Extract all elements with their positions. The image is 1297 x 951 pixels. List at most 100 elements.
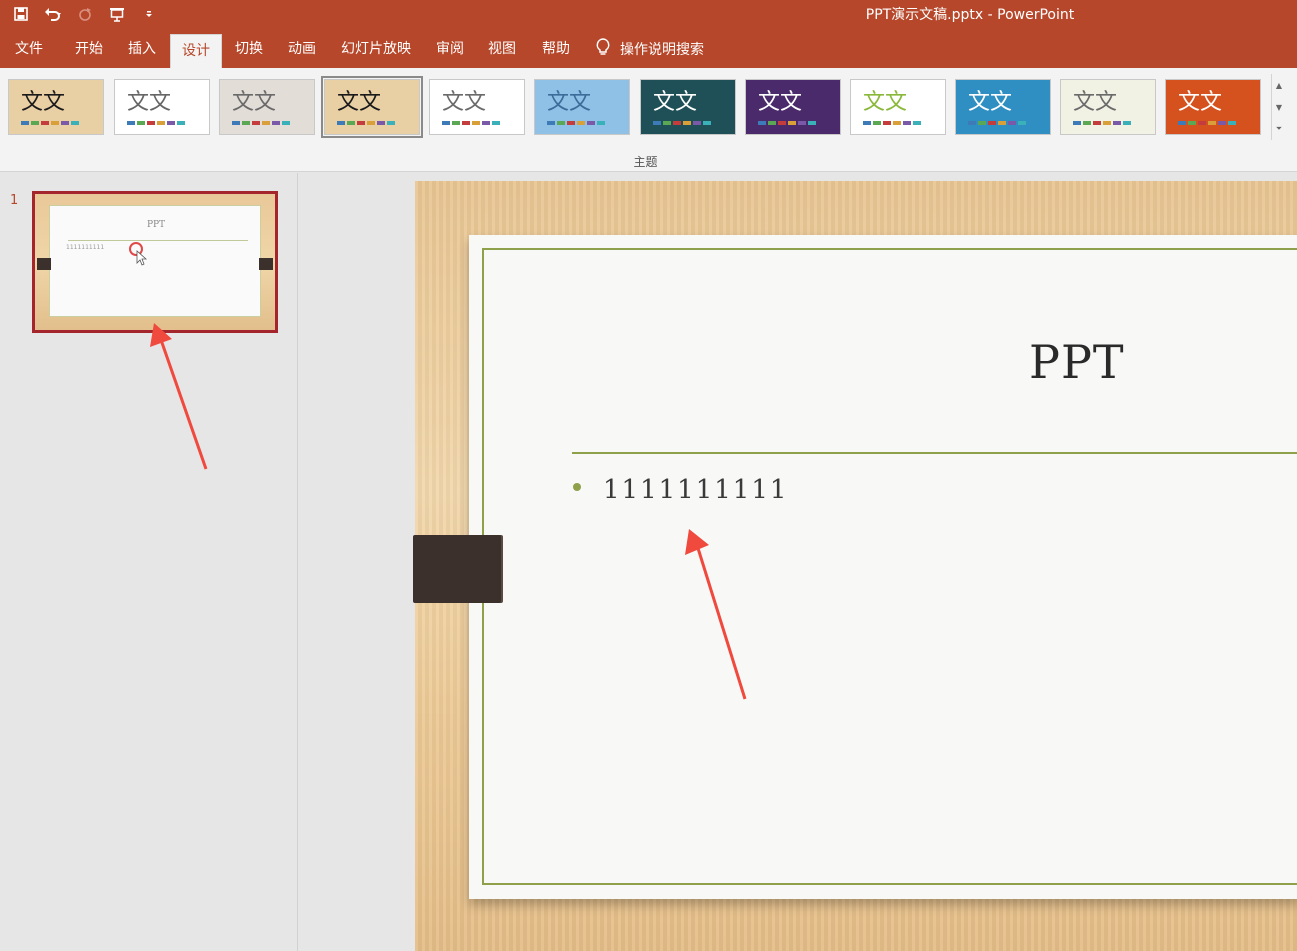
color-swatch (1228, 121, 1236, 125)
annotation-arrow-icon (685, 529, 747, 700)
tab-review[interactable]: 审阅 (424, 30, 476, 68)
themes-gallery: 文文 文文 文文 文文 文文 文文 文文 文文 文文 文文 文文 文文 (4, 74, 1269, 140)
quick-access-toolbar (10, 3, 160, 25)
color-swatch (262, 121, 270, 125)
color-swatch (873, 121, 881, 125)
color-swatch (587, 121, 595, 125)
color-swatch (597, 121, 605, 125)
tab-slideshow[interactable]: 幻灯片放映 (334, 30, 418, 68)
color-swatch (1188, 121, 1196, 125)
tab-file[interactable]: 文件 (0, 30, 58, 68)
theme-thumbnail[interactable]: 文文 (850, 79, 946, 135)
slide-bullet-text[interactable]: 1111111111 (603, 475, 788, 505)
theme-thumbnail[interactable]: 文文 (534, 79, 630, 135)
color-swatch (21, 121, 29, 125)
color-swatch (883, 121, 891, 125)
color-swatch (1093, 121, 1101, 125)
color-swatch (357, 121, 365, 125)
presentation-icon[interactable] (106, 3, 128, 25)
color-swatch (567, 121, 575, 125)
color-swatch (127, 121, 135, 125)
color-swatch (147, 121, 155, 125)
color-swatch (377, 121, 385, 125)
color-swatch (1018, 121, 1026, 125)
title-bar: PPT演示文稿.pptx - PowerPoint (0, 0, 1297, 30)
tab-transitions[interactable]: 切换 (222, 30, 276, 68)
theme-thumbnail[interactable]: 文文 (745, 79, 841, 135)
tab-view[interactable]: 视图 (476, 30, 528, 68)
group-label-themes: 主题 (633, 155, 658, 169)
theme-thumbnail[interactable]: 文文 (114, 79, 210, 135)
gallery-more-icon[interactable]: ⏷ (1272, 118, 1286, 140)
tell-me-search[interactable]: 操作说明搜索 (596, 30, 704, 68)
theme-thumbnail[interactable]: 文文 (640, 79, 736, 135)
color-swatch (788, 121, 796, 125)
tab-design[interactable]: 设计 (170, 34, 222, 68)
color-swatch (663, 121, 671, 125)
color-swatch (673, 121, 681, 125)
color-swatch (41, 121, 49, 125)
color-swatch (653, 121, 661, 125)
color-swatch (758, 121, 766, 125)
slide-canvas: PPT 1111111111 (299, 173, 1297, 951)
save-icon[interactable] (10, 3, 32, 25)
bullet-icon (573, 483, 581, 491)
theme-thumbnail[interactable]: 文文 (1165, 79, 1261, 135)
title-rule (572, 452, 1297, 454)
tell-me-label: 操作说明搜索 (620, 42, 704, 58)
theme-thumbnail[interactable]: 文文 (8, 79, 104, 135)
color-swatch (462, 121, 470, 125)
color-swatch (137, 121, 145, 125)
slide-clip-decoration (413, 535, 501, 603)
color-swatch (703, 121, 711, 125)
color-swatch (798, 121, 806, 125)
undo-icon[interactable] (42, 3, 64, 25)
color-swatch (683, 121, 691, 125)
color-swatch (442, 121, 450, 125)
theme-thumbnail[interactable]: 文文 (219, 79, 315, 135)
slide-title[interactable]: PPT (1029, 335, 1125, 389)
color-swatch (347, 121, 355, 125)
customize-qat-icon[interactable] (138, 3, 160, 25)
color-swatch (1073, 121, 1081, 125)
gallery-down-icon[interactable]: ▼ (1272, 96, 1286, 118)
color-swatch (978, 121, 986, 125)
color-swatch (557, 121, 565, 125)
color-swatch (577, 121, 585, 125)
color-swatch (968, 121, 976, 125)
gallery-up-icon[interactable]: ▲ (1272, 74, 1286, 96)
color-swatch (988, 121, 996, 125)
thumbnail-clip-left (37, 258, 51, 270)
color-swatch (51, 121, 59, 125)
lightbulb-icon (596, 38, 610, 60)
theme-thumbnail[interactable]: 文文 (955, 79, 1051, 135)
theme-thumbnail[interactable]: 文文 (321, 76, 423, 138)
theme-thumbnail[interactable]: 文文 (429, 79, 525, 135)
color-swatch (282, 121, 290, 125)
color-swatch (778, 121, 786, 125)
redo-icon[interactable] (74, 3, 96, 25)
color-swatch (913, 121, 921, 125)
tab-animations[interactable]: 动画 (276, 30, 328, 68)
thumbnail-paper: PPT 1111111111 (49, 205, 261, 317)
color-swatch (1218, 121, 1226, 125)
theme-thumbnail[interactable]: 文文 (1060, 79, 1156, 135)
color-swatch (903, 121, 911, 125)
color-swatch (387, 121, 395, 125)
tab-insert[interactable]: 插入 (114, 30, 170, 68)
color-swatch (337, 121, 345, 125)
color-swatch (177, 121, 185, 125)
color-swatch (252, 121, 260, 125)
gallery-scroll: ▲ ▼ ⏷ (1271, 74, 1285, 140)
color-swatch (1178, 121, 1186, 125)
tab-home[interactable]: 开始 (60, 30, 118, 68)
color-swatch (768, 121, 776, 125)
slide-thumbnail[interactable]: PPT 1111111111 (32, 191, 278, 333)
tab-help[interactable]: 帮助 (530, 30, 582, 68)
ribbon: 文文 文文 文文 文文 文文 文文 文文 文文 文文 文文 文文 文文 ▲ ▼ … (0, 68, 1297, 172)
color-swatch (71, 121, 79, 125)
color-swatch (1008, 121, 1016, 125)
color-swatch (272, 121, 280, 125)
slide-wood-background: PPT 1111111111 (413, 181, 1297, 951)
color-swatch (893, 121, 901, 125)
